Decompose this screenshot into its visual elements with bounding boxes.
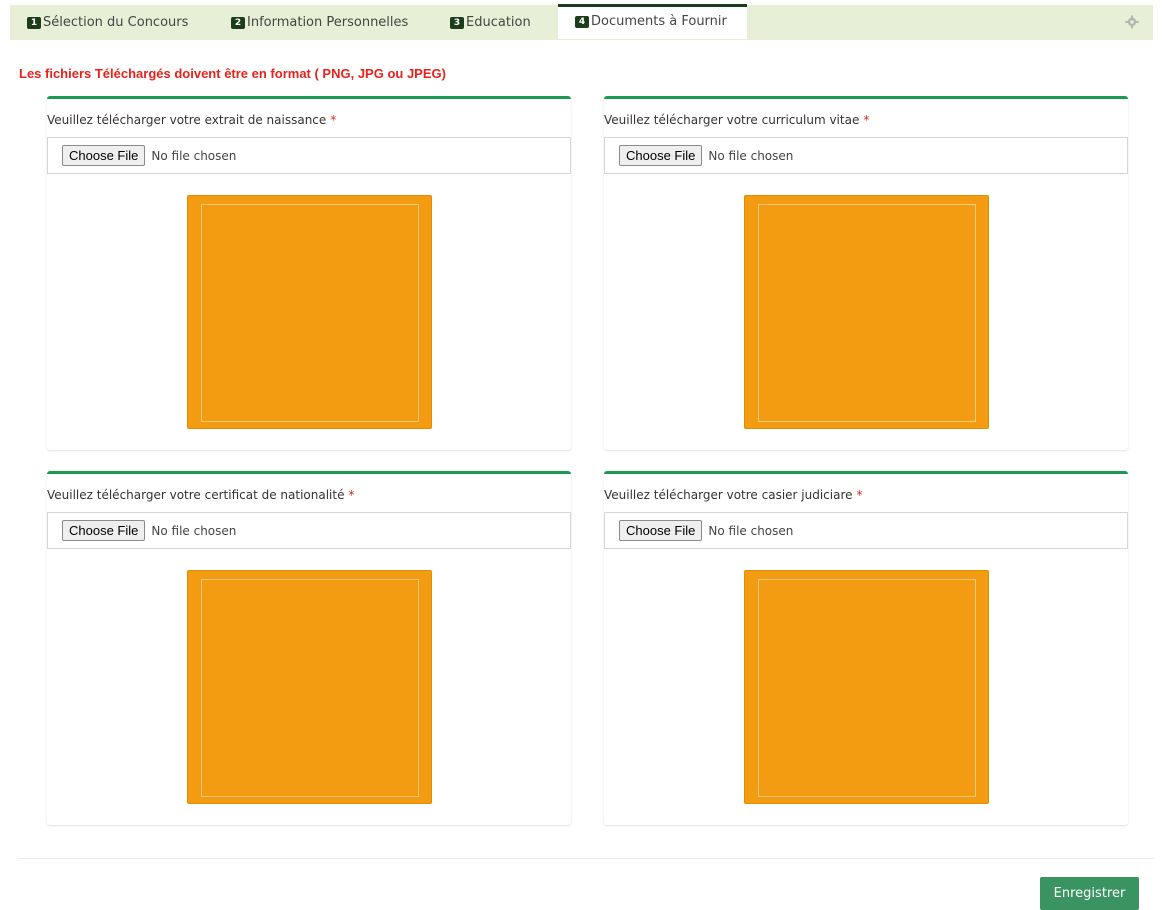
file-input[interactable]: Choose File No file chosen xyxy=(604,512,1128,549)
file-status: No file chosen xyxy=(151,523,237,538)
file-status: No file chosen xyxy=(708,148,794,163)
upload-label: Veuillez télécharger votre certificat de… xyxy=(47,488,355,502)
choose-file-button[interactable]: Choose File xyxy=(62,520,146,541)
tab-information-personnelles[interactable]: 2 Information Personnelles xyxy=(231,5,431,40)
image-preview xyxy=(744,195,989,429)
required-marker: * xyxy=(856,488,863,502)
tab-label: Documents à Fournir xyxy=(591,14,727,29)
image-preview xyxy=(187,195,432,429)
save-button[interactable]: Enregistrer xyxy=(1040,877,1139,910)
file-status: No file chosen xyxy=(708,523,794,538)
tab-label: Information Personnelles xyxy=(247,15,409,30)
format-warning: Les fichiers Téléchargés doivent être en… xyxy=(19,66,446,81)
choose-file-button[interactable]: Choose File xyxy=(62,145,146,166)
footer-divider xyxy=(18,858,1154,859)
required-marker: * xyxy=(348,488,355,502)
tab-label: Education xyxy=(466,15,531,30)
upload-panel-curriculum-vitae: Veuillez télécharger votre curriculum vi… xyxy=(604,96,1128,450)
upload-panel-casier-judiciare: Veuillez télécharger votre casier judici… xyxy=(604,471,1128,825)
image-preview xyxy=(187,570,432,804)
file-input[interactable]: Choose File No file chosen xyxy=(604,137,1128,174)
required-marker: * xyxy=(863,113,870,127)
upload-panel-extrait-naissance: Veuillez télécharger votre extrait de na… xyxy=(47,96,571,450)
step-number-badge: 3 xyxy=(450,16,464,29)
upload-label: Veuillez télécharger votre curriculum vi… xyxy=(604,113,870,127)
step-tabs: 1 Sélection du Concours 2 Information Pe… xyxy=(10,4,1153,40)
step-number-badge: 2 xyxy=(231,16,245,29)
required-marker: * xyxy=(330,113,337,127)
tab-selection-concours[interactable]: 1 Sélection du Concours xyxy=(27,5,217,40)
file-status: No file chosen xyxy=(151,148,237,163)
choose-file-button[interactable]: Choose File xyxy=(619,520,703,541)
gear-icon[interactable] xyxy=(1125,15,1139,29)
step-number-badge: 4 xyxy=(575,15,589,28)
tab-education[interactable]: 3 Education xyxy=(450,5,560,40)
file-input[interactable]: Choose File No file chosen xyxy=(47,137,571,174)
upload-label: Veuillez télécharger votre extrait de na… xyxy=(47,113,337,127)
tab-documents-a-fournir[interactable]: 4 Documents à Fournir xyxy=(558,4,747,39)
image-preview xyxy=(744,570,989,804)
file-input[interactable]: Choose File No file chosen xyxy=(47,512,571,549)
upload-label: Veuillez télécharger votre casier judici… xyxy=(604,488,863,502)
tab-label: Sélection du Concours xyxy=(43,15,189,30)
upload-panel-certificat-nationalite: Veuillez télécharger votre certificat de… xyxy=(47,471,571,825)
step-number-badge: 1 xyxy=(27,16,41,29)
choose-file-button[interactable]: Choose File xyxy=(619,145,703,166)
